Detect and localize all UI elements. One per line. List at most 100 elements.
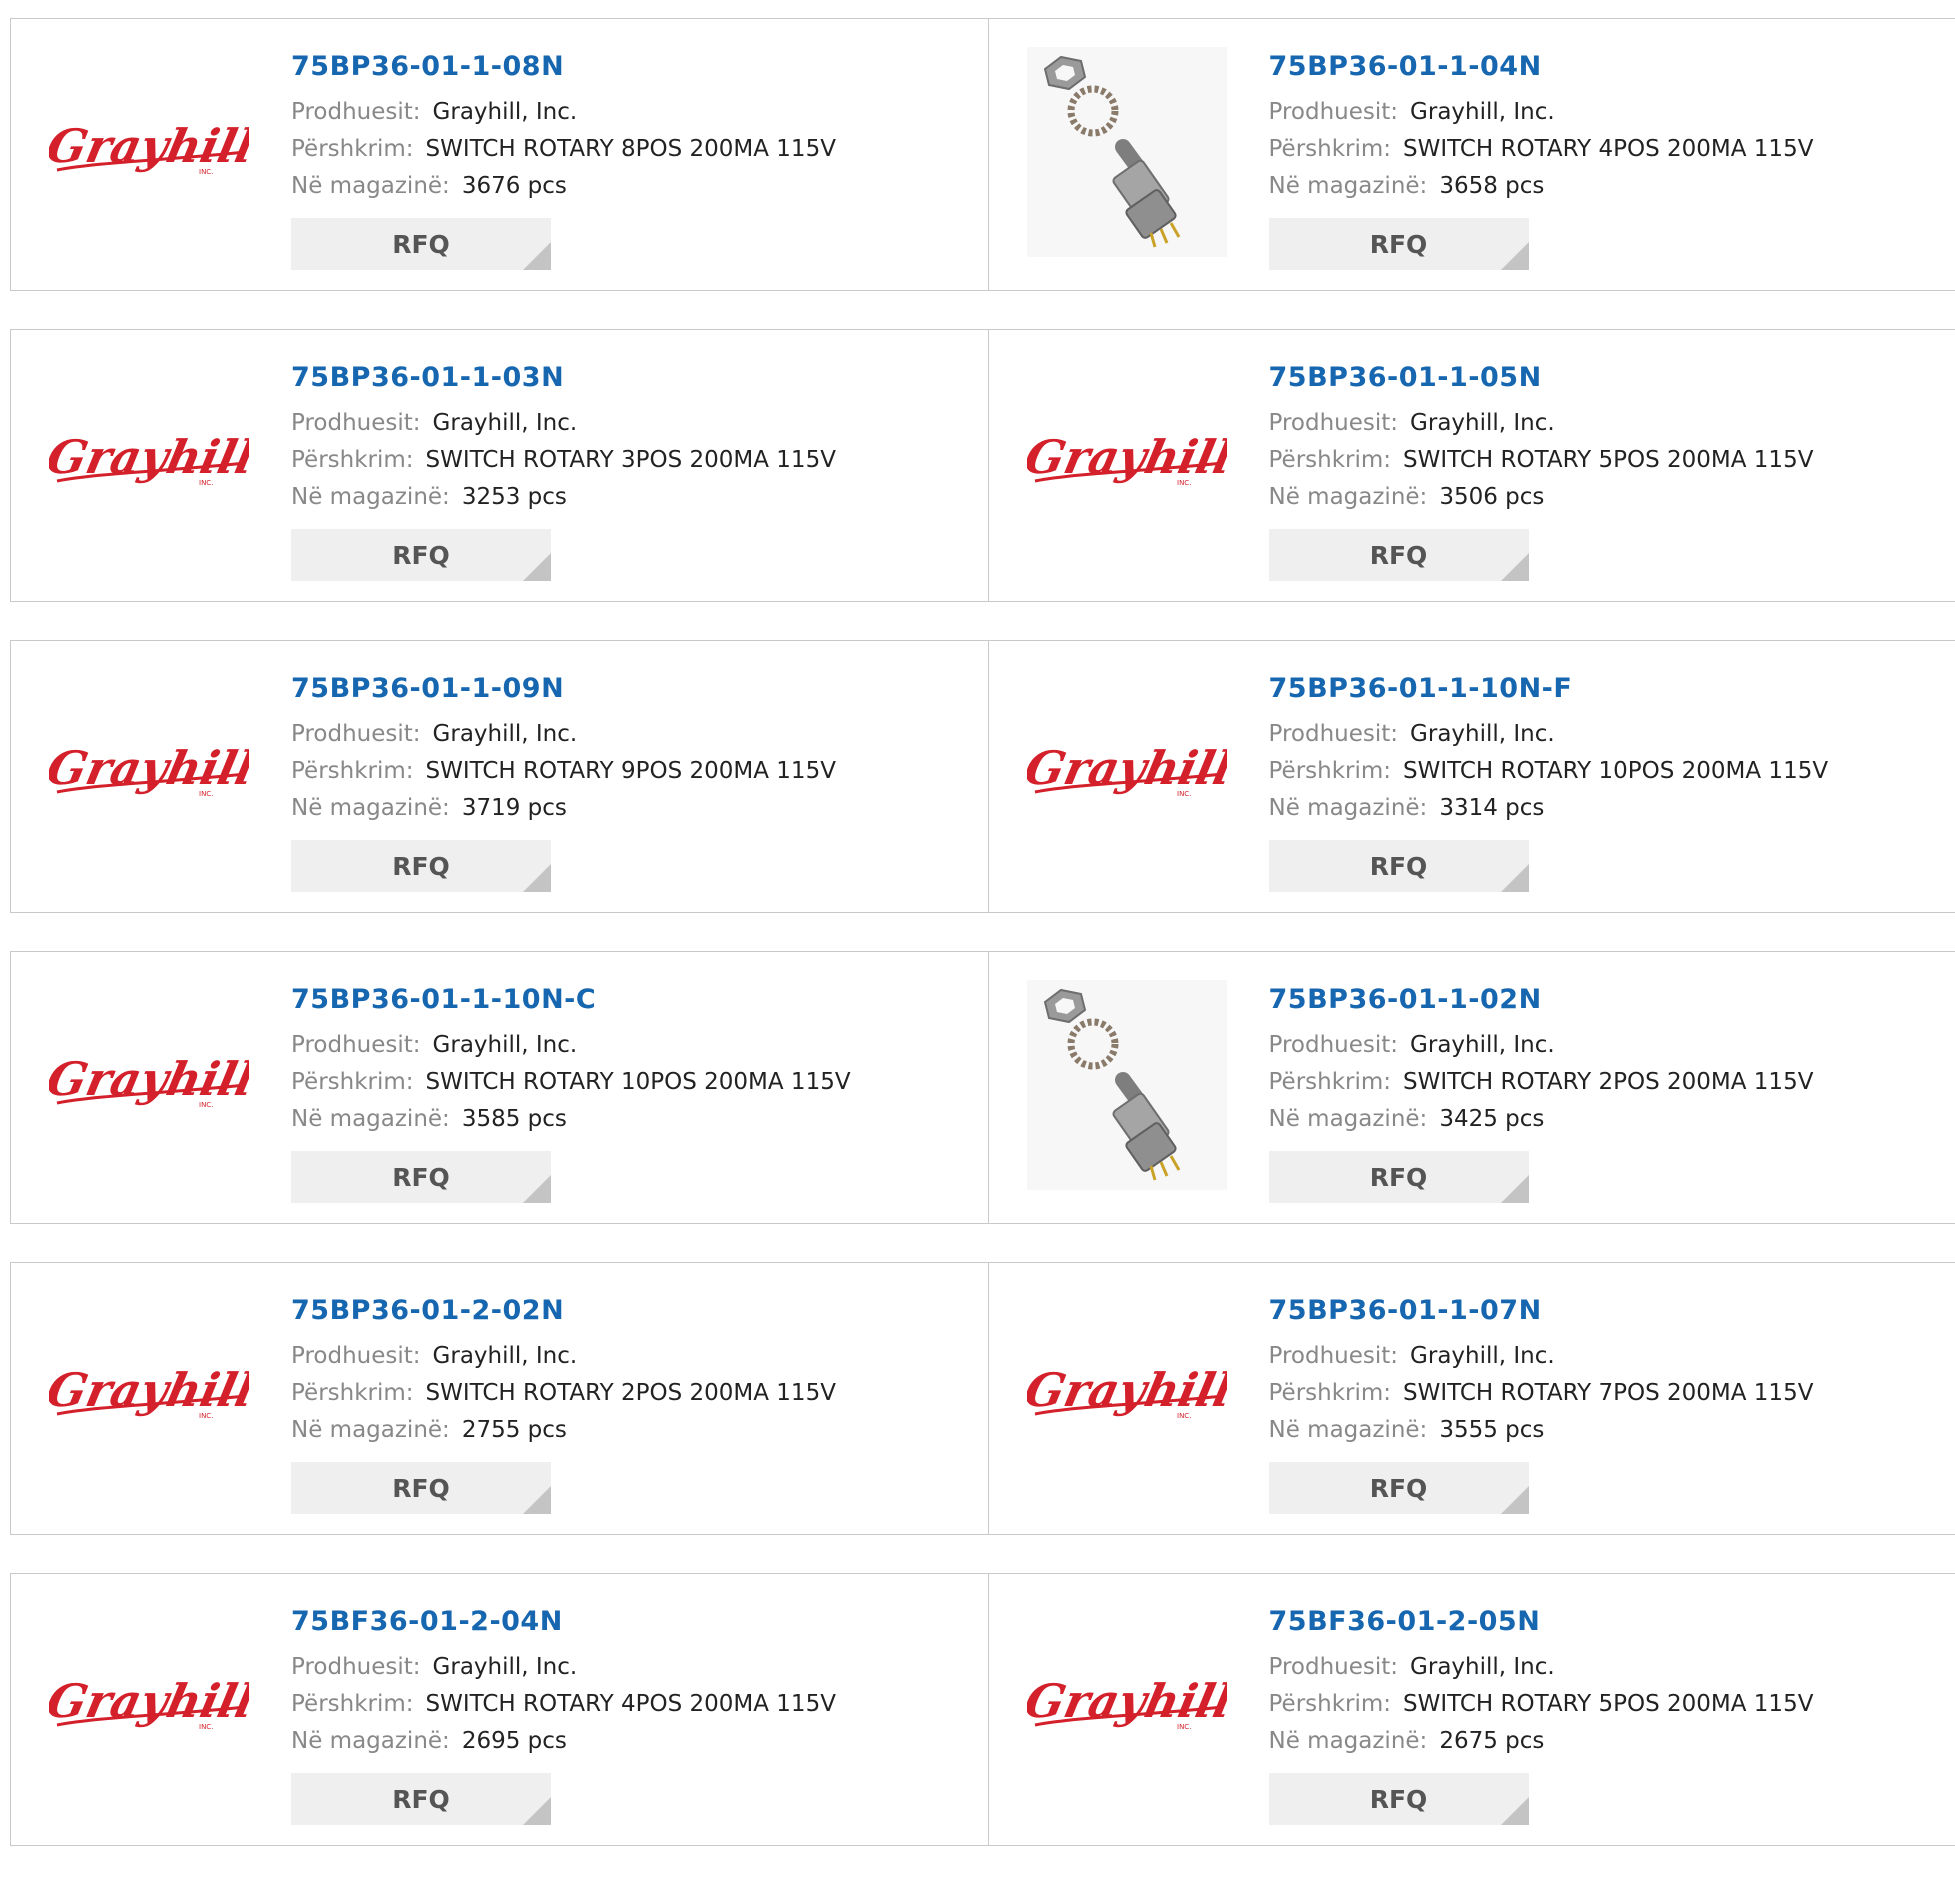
product-image-logo[interactable]: Grayhill INC. [1027,1602,1227,1812]
product-grid: Grayhill INC. 75BP36-01-1-08N Prodhuesit:… [10,18,1955,1884]
stock-line: Në magazinë:3425 pcs [1269,1101,1814,1138]
product-image-logo[interactable]: Grayhill INC. [49,1291,249,1501]
stock-line: Në magazinë: 3719 pcs [291,790,836,827]
manufacturer-value: Grayhill, Inc. [433,1032,578,1058]
manufacturer-label: Prodhuesit: [291,410,421,436]
description-value: SWITCH ROTARY 4POS 200MA 115V [426,1691,836,1717]
rfq-button[interactable]: RFQ [291,1773,551,1825]
rfq-button-label: RFQ [392,852,450,881]
stock-line: Në magazinë: 2675 pcs [1269,1723,1814,1760]
rfq-button[interactable]: RFQ [291,1151,551,1203]
rfq-button[interactable]: RFQ [291,218,551,270]
stock-label: Në magazinë: [291,484,450,510]
rfq-button[interactable]: RFQ [1269,1773,1529,1825]
rfq-button-label: RFQ [392,1474,450,1503]
corner-triangle-icon [1501,864,1529,892]
description-label: Përshkrim: [291,136,414,162]
rfq-button[interactable]: RFQ [291,840,551,892]
svg-text:INC.: INC. [199,1101,213,1109]
rfq-button-label: RFQ [1370,1474,1428,1503]
stock-value: 3719 pcs [462,795,567,821]
stock-label: Në magazinë: [291,795,450,821]
part-number-link[interactable]: 75BF36-01-2-04N [291,1606,836,1637]
manufacturer-value: Grayhill, Inc. [1410,1032,1555,1058]
rfq-button-label: RFQ [1370,852,1428,881]
product-image-logo[interactable]: Grayhill INC. [49,47,249,257]
stock-label: Në magazinë: [1269,1728,1428,1754]
part-number-link[interactable]: 75BP36-01-1-03N [291,362,836,393]
stock-value: 3676 pcs [462,173,567,199]
part-number-link[interactable]: 75BP36-01-1-07N [1269,1295,1814,1326]
manufacturer-label: Prodhuesit: [1269,1032,1399,1058]
product-info: 75BP36-01-1-10N-FProdhuesit:Grayhill, In… [1269,673,1829,892]
stock-line: Në magazinë:3676 pcs [291,168,836,205]
stock-value: 2675 pcs [1439,1728,1544,1754]
product-image-logo[interactable]: Grayhill INC. [1027,669,1227,879]
corner-triangle-icon [1501,1175,1529,1203]
product-image-logo[interactable]: Grayhill INC. [1027,358,1227,568]
rfq-button[interactable]: RFQ [1269,1151,1529,1203]
corner-triangle-icon [523,864,551,892]
product-info: 75BP36-01-2-02NProdhuesit:Grayhill, Inc.… [291,1295,836,1514]
description-line: Përshkrim:SWITCH ROTARY 5POS 200MA 115V [1269,442,1814,479]
description-line: Përshkrim:SWITCH ROTARY 5POS 200MA 115V [1269,1686,1814,1723]
rfq-button[interactable]: RFQ [1269,529,1529,581]
manufacturer-value: Grayhill, Inc. [433,99,578,125]
description-line: Përshkrim:SWITCH ROTARY 10POS 200MA 115V [291,1064,851,1101]
description-label: Përshkrim: [1269,758,1392,784]
part-number-link[interactable]: 75BP36-01-1-09N [291,673,836,704]
rfq-button[interactable]: RFQ [1269,840,1529,892]
description-label: Përshkrim: [291,1691,414,1717]
part-number-link[interactable]: 75BF36-01-2-05N [1269,1606,1814,1637]
product-image-photo[interactable] [1027,47,1227,257]
rfq-button[interactable]: RFQ [291,529,551,581]
rfq-button[interactable]: RFQ [1269,218,1529,270]
part-number-link[interactable]: 75BP36-01-1-05N [1269,362,1814,393]
product-image-logo[interactable]: Grayhill INC. [49,669,249,879]
grayhill-logo: Grayhill INC. [49,423,249,503]
product-row: Grayhill INC. 75BP36-01-1-08NProdhuesit:… [10,18,1955,291]
part-number-link[interactable]: 75BP36-01-1-10N-F [1269,673,1829,704]
product-row: Grayhill INC. 75BP36-01-1-03N Prodhuesit:… [10,329,1955,602]
corner-triangle-icon [1501,242,1529,270]
product-image-photo[interactable] [1027,980,1227,1190]
product-info: 75BP36-01-1-04NProdhuesit:Grayhill, Inc.… [1269,51,1814,270]
stock-value: 3314 pcs [1439,795,1544,821]
svg-text:Grayhill: Grayhill [49,118,249,172]
manufacturer-line: Prodhuesit:Grayhill, Inc. [291,716,836,753]
product-image-logo[interactable]: Grayhill INC. [49,358,249,568]
product-image-logo[interactable]: Grayhill INC. [49,1602,249,1812]
stock-label: Në magazinë: [291,1417,450,1443]
manufacturer-label: Prodhuesit: [1269,410,1399,436]
part-number-link[interactable]: 75BP36-01-1-02N [1269,984,1814,1015]
description-line: Përshkrim:SWITCH ROTARY 4POS 200MA 115V [1269,131,1814,168]
manufacturer-value: Grayhill, Inc. [433,1654,578,1680]
rfq-button-label: RFQ [392,1785,450,1814]
part-number-link[interactable]: 75BP36-01-1-04N [1269,51,1814,82]
grayhill-logo: Grayhill INC. [1027,1667,1227,1747]
product-image-logo[interactable]: Grayhill INC. [49,980,249,1190]
part-number-link[interactable]: 75BP36-01-1-08N [291,51,836,82]
description-value: SWITCH ROTARY 3POS 200MA 115V [426,447,836,473]
description-line: Përshkrim:SWITCH ROTARY 7POS 200MA 115V [1269,1375,1814,1412]
rfq-button[interactable]: RFQ [1269,1462,1529,1514]
corner-triangle-icon [523,1486,551,1514]
description-line: Përshkrim:SWITCH ROTARY 9POS 200MA 115V [291,753,836,790]
product-image-logo[interactable]: Grayhill INC. [1027,1291,1227,1501]
corner-triangle-icon [523,1175,551,1203]
description-line: Përshkrim:SWITCH ROTARY 2POS 200MA 115V [291,1375,836,1412]
svg-text:INC.: INC. [199,1723,213,1731]
product-info: 75BF36-01-2-04NProdhuesit:Grayhill, Inc.… [291,1606,836,1825]
part-number-link[interactable]: 75BP36-01-2-02N [291,1295,836,1326]
manufacturer-label: Prodhuesit: [1269,1654,1399,1680]
product-info: 75BP36-01-1-07NProdhuesit:Grayhill, Inc.… [1269,1295,1814,1514]
svg-text:INC.: INC. [1177,479,1191,487]
description-label: Përshkrim: [1269,1380,1392,1406]
rfq-button-label: RFQ [1370,1163,1428,1192]
stock-value: 3555 pcs [1439,1417,1544,1443]
svg-text:Grayhill: Grayhill [1027,1673,1227,1727]
stock-label: Në magazinë: [1269,1417,1428,1443]
rfq-button[interactable]: RFQ [291,1462,551,1514]
svg-text:INC.: INC. [199,790,213,798]
part-number-link[interactable]: 75BP36-01-1-10N-C [291,984,851,1015]
